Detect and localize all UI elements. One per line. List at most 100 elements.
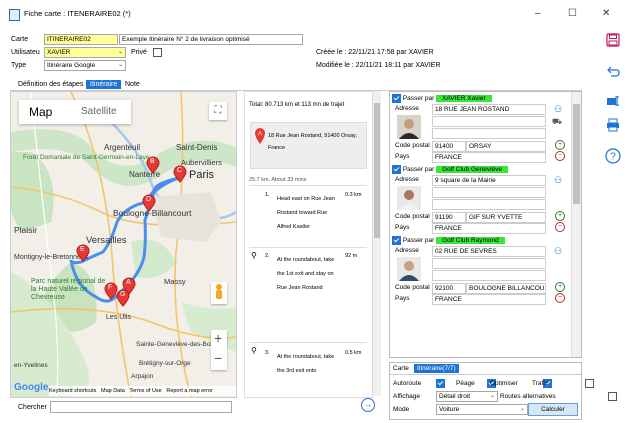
remove-stop-icon[interactable]: − xyxy=(555,293,565,303)
add-stop-icon[interactable]: + xyxy=(555,282,565,292)
utilisateur-label: Utilisateu xyxy=(11,49,40,56)
search-input[interactable] xyxy=(50,401,232,413)
code-postal-label: Code postal xyxy=(395,213,430,220)
passer-par-checkbox[interactable] xyxy=(392,94,401,103)
undo-icon[interactable] xyxy=(606,65,620,79)
adresse3-field[interactable] xyxy=(432,199,546,210)
help-icon[interactable]: ? xyxy=(605,148,621,164)
ville-field[interactable]: BOULOGNE BILLANCOURT xyxy=(466,283,546,294)
marker-d[interactable]: D xyxy=(142,194,156,214)
divider xyxy=(249,185,367,186)
stop-header: Passer par XAVIER Xavier xyxy=(392,94,568,104)
map-data-link[interactable]: Map Data xyxy=(101,388,125,394)
contact-icon[interactable]: ⚇ xyxy=(554,104,562,115)
zoom-in-button[interactable]: + xyxy=(214,330,222,346)
tab-itineraire-count[interactable]: Itinéraire(7/7) xyxy=(414,364,459,373)
tab-note[interactable]: Note xyxy=(121,80,144,89)
adresse3-field[interactable] xyxy=(432,270,546,281)
maximize-button[interactable]: ☐ xyxy=(568,8,577,19)
adresse2-field[interactable] xyxy=(432,258,546,269)
code-postal-field[interactable]: 92100 xyxy=(432,283,466,294)
export-icon[interactable] xyxy=(606,94,620,108)
adresse2-field[interactable] xyxy=(432,116,546,127)
close-button[interactable]: ✕ xyxy=(602,8,610,19)
satellite-button[interactable]: Satellite xyxy=(81,106,117,117)
adresse-field[interactable]: 9 square de la Mairie xyxy=(432,175,546,186)
adresse-label: Adresse xyxy=(395,176,419,183)
chevron-down-icon: ⌄ xyxy=(117,49,123,55)
code-postal-field[interactable]: 91190 xyxy=(432,212,466,223)
pays-field[interactable]: FRANCE xyxy=(432,294,546,305)
google-logo: Google xyxy=(14,382,49,393)
pays-field[interactable]: FRANCE xyxy=(432,223,546,234)
tab-itineraire[interactable]: Itinéraire xyxy=(86,80,122,89)
fullscreen-icon[interactable]: ⛶ xyxy=(209,102,227,120)
avatar xyxy=(397,186,421,210)
map-label-arpajon: Arpajon xyxy=(131,373,154,380)
adresse2-field[interactable] xyxy=(432,187,546,198)
add-stop-icon[interactable]: + xyxy=(555,211,565,221)
adresse3-field[interactable] xyxy=(432,128,546,139)
pays-label: Pays xyxy=(395,224,410,231)
remove-stop-icon[interactable]: − xyxy=(555,151,565,161)
map-button[interactable]: Map xyxy=(29,105,52,119)
chevron-down-icon: ⌄ xyxy=(489,393,495,399)
carte-description-input[interactable]: Exemple Itinéraire N° 2 de livraison opt… xyxy=(119,34,303,45)
adresse-field[interactable]: 02 RUE DE SEVRES xyxy=(432,246,546,257)
print-icon[interactable] xyxy=(606,118,620,132)
pays-field[interactable]: FRANCE xyxy=(432,152,546,163)
go-icon[interactable]: → xyxy=(361,398,375,412)
tab-definition-etapes[interactable]: Définition des étapes xyxy=(14,80,87,89)
carte-label: Carte xyxy=(11,36,29,43)
marker-b[interactable]: B xyxy=(146,156,160,176)
map-view[interactable]: Map Satellite ⛶ Forêt Domaniale de Saint… xyxy=(10,91,237,398)
code-postal-field[interactable]: 91400 xyxy=(432,141,466,152)
carte-input[interactable]: ITINERAIRE02 xyxy=(44,34,118,45)
mode-select[interactable]: Voiture ⌄ xyxy=(436,404,528,415)
map-label-paris: Paris xyxy=(189,169,215,181)
passer-par-checkbox[interactable] xyxy=(392,236,401,245)
prive-checkbox[interactable] xyxy=(153,48,162,57)
minimize-button[interactable]: – xyxy=(535,8,541,19)
ville-field[interactable]: GIF SUR YVETTE xyxy=(466,212,546,223)
contact-icon[interactable]: ⚇ xyxy=(554,175,562,186)
scrollbar-thumb[interactable] xyxy=(573,104,580,204)
trafic-checkbox[interactable] xyxy=(584,379,594,388)
autoroute-checkbox[interactable] xyxy=(436,379,445,388)
passer-par-checkbox[interactable] xyxy=(392,165,401,174)
terms-link[interactable]: Terms of Use xyxy=(129,388,161,394)
map-label-parc-naturel: Parc naturel régional de la Haute Vallée… xyxy=(31,278,106,301)
adresse-field[interactable]: 18 RUE JEAN ROSTAND xyxy=(432,104,546,115)
pays-label: Pays xyxy=(395,153,410,160)
calculer-button[interactable]: Calculer xyxy=(528,403,578,416)
pegman-icon[interactable] xyxy=(211,282,227,304)
scrollbar-thumb[interactable] xyxy=(374,103,380,238)
remove-stop-icon[interactable]: − xyxy=(555,222,565,232)
car-icon[interactable]: ⛟ xyxy=(552,117,562,127)
map-label-argenteuil: Argenteuil xyxy=(104,143,141,152)
routes-alternatives-checkbox[interactable] xyxy=(607,392,617,401)
keyboard-shortcuts-link[interactable]: Keyboard shortcuts xyxy=(49,388,96,394)
options-panel: Carte Itinéraire(7/7) Autoroute Péage Op… xyxy=(389,362,617,420)
marker-g[interactable]: G xyxy=(116,289,130,309)
add-stop-icon[interactable]: + xyxy=(555,140,565,150)
search-label: Chercher xyxy=(18,404,47,411)
autoroute-label: Autoroute xyxy=(393,380,422,387)
ville-field[interactable]: ORSAY xyxy=(466,141,546,152)
divider xyxy=(249,342,367,343)
save-icon[interactable] xyxy=(606,33,620,47)
contact-icon[interactable]: ⚇ xyxy=(554,246,562,257)
type-value: Itinéraire Google xyxy=(47,62,96,69)
utilisateur-select[interactable]: XAVIER ⌄ xyxy=(44,47,126,58)
zoom-out-button[interactable]: − xyxy=(214,350,222,366)
type-select[interactable]: Itinéraire Google ⌄ xyxy=(44,60,126,71)
report-error-link[interactable]: Report a map error xyxy=(166,388,212,394)
modified-info: Modifiée le : 22/11/21 18:11 par XAVIER xyxy=(316,62,441,69)
map-label-bretigny: Brétigny-sur-Orge xyxy=(139,360,191,367)
directions-scrollbar[interactable] xyxy=(372,91,381,396)
stops-scrollbar[interactable] xyxy=(571,92,581,357)
tab-carte[interactable]: Carte xyxy=(393,365,409,372)
marker-c[interactable]: C xyxy=(173,165,187,185)
marker-e[interactable]: E xyxy=(76,244,90,264)
affichage-select[interactable]: Détail droit ⌄ xyxy=(436,391,498,402)
